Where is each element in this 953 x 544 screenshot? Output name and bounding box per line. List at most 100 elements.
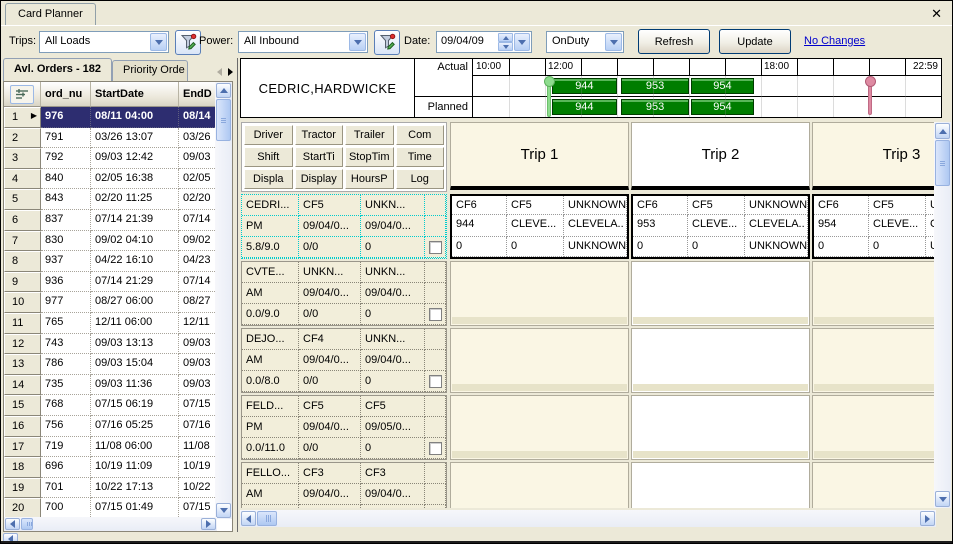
table-row[interactable]: 1771911/08 06:0011/08 (4, 437, 217, 458)
table-row[interactable]: 1576807/15 06:1907/15 (4, 395, 217, 416)
row-header[interactable]: 15 (4, 395, 41, 416)
grid-header-button-com[interactable]: Com (396, 125, 445, 145)
scrollbar-thumb[interactable] (216, 99, 231, 141)
table-row[interactable]: 1675607/16 05:2507/16 (4, 416, 217, 437)
chevron-down-icon[interactable] (150, 33, 167, 51)
scroll-down-icon[interactable] (935, 491, 950, 507)
table-row[interactable]: 1176512/11 06:0012/11 (4, 313, 217, 334)
trip-bar[interactable]: 953 (621, 78, 689, 94)
assign-checkbox[interactable] (429, 308, 442, 321)
table-row[interactable]: 279103/26 13:0703/26 (4, 128, 217, 149)
scrollbar-track[interactable] (216, 142, 231, 503)
no-changes-link[interactable]: No Changes (804, 35, 865, 47)
duty-dropdown[interactable]: OnDuty (546, 31, 624, 53)
grid-header-button-time[interactable]: Time (396, 147, 445, 167)
end-pin-head-icon[interactable] (865, 76, 876, 87)
table-row[interactable]: 2070007/15 01:4907/15 (4, 498, 217, 519)
assign-checkbox[interactable] (429, 375, 442, 388)
panel-splitter[interactable] (237, 58, 238, 532)
table-row[interactable]: 584302/20 11:2502/20 (4, 189, 217, 210)
trip-bar[interactable]: 944 (552, 99, 618, 115)
table-row[interactable]: 1378609/03 15:0409/03 (4, 354, 217, 375)
row-header[interactable]: 2 (4, 128, 41, 149)
row-header[interactable]: 6 (4, 210, 41, 231)
scroll-up-icon[interactable] (935, 123, 950, 139)
driver-card[interactable]: FELD...CF5CF5PM09/04/0...09/05/0...0.0/1… (241, 395, 447, 460)
table-row[interactable]: 379209/03 12:4209/03 (4, 148, 217, 169)
table-row[interactable]: 484002/05 16:3802/05 (4, 169, 217, 190)
scrollbar-track[interactable] (34, 518, 200, 530)
trip-cell-empty[interactable] (631, 328, 810, 393)
trip-bar[interactable]: 954 (691, 99, 754, 115)
tab-scroll-left-icon[interactable] (217, 68, 222, 76)
scrollbar-track[interactable] (935, 187, 950, 491)
grid-header-button-shift[interactable]: Shift (244, 147, 293, 167)
trips-filter-button[interactable] (175, 30, 201, 55)
close-icon[interactable]: ✕ (931, 6, 942, 22)
driver-card[interactable]: CEDRI...CF5UNKN...PM09/04/0...09/04/0...… (241, 194, 447, 259)
date-spinner[interactable] (498, 33, 513, 51)
orders-vertical-scrollbar[interactable] (215, 82, 232, 519)
column-header-startdate[interactable]: StartDate (91, 82, 179, 107)
table-row[interactable]: 993607/14 21:2907/14 (4, 272, 217, 293)
trips-dropdown[interactable]: All Loads (39, 31, 169, 53)
row-header[interactable]: 14 (4, 375, 41, 396)
trip-bar[interactable]: 953 (621, 99, 689, 115)
tab-priority-orders[interactable]: Priority Orde (112, 60, 188, 81)
sort-columns-icon[interactable] (10, 85, 34, 104)
trip-cell-empty[interactable] (812, 261, 934, 326)
table-row[interactable]: 1097708/27 06:0008/27 (4, 292, 217, 313)
scroll-left-icon[interactable] (5, 518, 20, 530)
trip-cell-empty[interactable] (631, 395, 810, 460)
grid-header-button-display[interactable]: Display (295, 169, 344, 189)
scroll-down-icon[interactable] (216, 503, 231, 518)
row-header[interactable]: 16 (4, 416, 41, 437)
table-row[interactable]: 683707/14 21:3907/14 (4, 210, 217, 231)
trip-cell-empty[interactable] (450, 462, 629, 508)
trip-card[interactable]: CF6CF5UNKNOWN954CLEVE...CLEVELA..00UNKNO… (812, 194, 934, 259)
row-header[interactable]: 20 (4, 498, 41, 519)
tab-card-planner[interactable]: Card Planner (5, 3, 96, 26)
row-header[interactable]: 1▶ (4, 107, 41, 128)
chevron-down-icon[interactable] (605, 33, 622, 51)
row-header[interactable]: 10 (4, 292, 41, 313)
tab-scroll-right-icon[interactable] (228, 68, 233, 76)
row-header[interactable]: 11 (4, 313, 41, 334)
scrollbar-track[interactable] (278, 511, 919, 526)
trip-cell-empty[interactable] (631, 462, 810, 508)
trip-cell-empty[interactable] (450, 261, 629, 326)
tab-available-orders[interactable]: Avl. Orders - 182 (3, 58, 112, 81)
assign-checkbox[interactable] (429, 241, 442, 254)
grid-header-button-driver[interactable]: Driver (244, 125, 293, 145)
trip-bar[interactable]: 954 (691, 78, 754, 94)
spinner-down-icon[interactable] (498, 42, 513, 51)
row-header[interactable]: 9 (4, 272, 41, 293)
row-header[interactable]: 3 (4, 148, 41, 169)
row-header[interactable]: 5 (4, 189, 41, 210)
scroll-up-icon[interactable] (216, 83, 231, 98)
grid-header-button-displa[interactable]: Displa (244, 169, 293, 189)
trip-cell-empty[interactable] (812, 462, 934, 508)
chevron-down-icon[interactable] (349, 33, 366, 51)
grid-header-button-stoptim[interactable]: StopTim (345, 147, 394, 167)
grid-vertical-scrollbar[interactable] (934, 122, 951, 508)
driver-card[interactable]: CVTE...UNKN...UNKN...AM09/04/0...09/04/0… (241, 261, 447, 326)
grid-header-button-log[interactable]: Log (396, 169, 445, 189)
grid-header-button-tractor[interactable]: Tractor (295, 125, 344, 145)
grid-header-button-startti[interactable]: StartTi (295, 147, 344, 167)
scroll-left-icon[interactable] (241, 511, 256, 526)
power-dropdown[interactable]: All Inbound (238, 31, 368, 53)
row-header[interactable]: 13 (4, 354, 41, 375)
update-button[interactable]: Update (719, 29, 791, 54)
assign-checkbox[interactable] (429, 442, 442, 455)
table-row[interactable]: 1473509/03 11:3609/03 (4, 375, 217, 396)
grid-header-button-hoursp[interactable]: HoursP (345, 169, 394, 189)
scrollbar-thumb[interactable] (257, 511, 277, 526)
scroll-right-icon[interactable] (920, 511, 935, 526)
spinner-up-icon[interactable] (498, 33, 513, 42)
refresh-button[interactable]: Refresh (638, 29, 710, 54)
calendar-dropdown-icon[interactable] (514, 33, 530, 51)
scrollbar-thumb[interactable] (21, 518, 33, 530)
row-header[interactable]: 19 (4, 478, 41, 499)
driver-card[interactable]: FELLO...CF3CF3AM09/04/0...09/04/0...0.0/… (241, 462, 447, 508)
